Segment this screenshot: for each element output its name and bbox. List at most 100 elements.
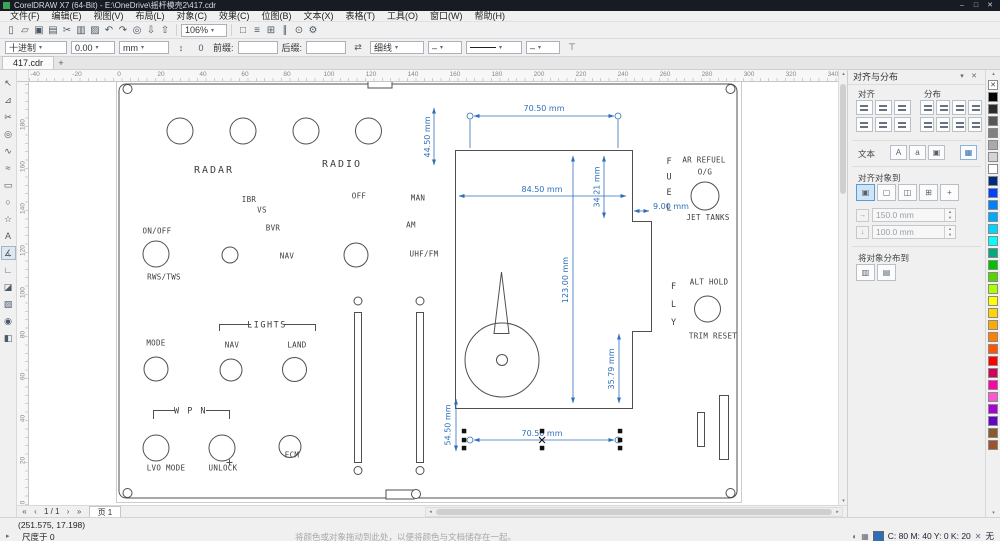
color-swatch[interactable] <box>988 320 998 330</box>
ruler-v[interactable]: 180 160 140 120 100 80 60 40 20 0 <box>17 82 29 505</box>
panel-label-fly[interactable]: L <box>671 300 676 310</box>
print-icon[interactable]: ▤ <box>46 23 60 37</box>
color-swatch[interactable] <box>988 116 998 126</box>
spin-down-icon[interactable]: ▾ <box>945 215 955 221</box>
knob-hole[interactable] <box>221 246 239 264</box>
document-palette-icon[interactable]: ▦ <box>861 532 869 541</box>
slot-hole[interactable] <box>415 466 425 475</box>
color-swatch[interactable] <box>988 236 998 246</box>
show-units-toggle[interactable]: ↕ <box>173 41 189 55</box>
knob-hole[interactable] <box>292 117 320 145</box>
slot[interactable] <box>719 395 729 460</box>
knob-hole[interactable] <box>142 240 170 268</box>
panel-label[interactable]: VS <box>257 206 267 215</box>
no-color-swatch[interactable]: ✕ <box>988 80 998 90</box>
shadow-tool[interactable]: ◪ <box>1 280 16 294</box>
open-icon[interactable]: ▱ <box>18 23 32 37</box>
menu-tools[interactable]: 工具(O) <box>381 11 424 22</box>
arrow-end-combo[interactable]: – <box>526 41 561 54</box>
gauge-circle[interactable] <box>464 322 540 398</box>
text-tool[interactable]: A <box>1 229 16 243</box>
panel-label[interactable]: TRIM RESET <box>689 332 737 341</box>
color-swatch[interactable] <box>988 164 998 174</box>
distribute-center-v-button[interactable] <box>936 117 950 132</box>
color-swatch[interactable] <box>988 212 998 222</box>
dimension-anchor[interactable] <box>466 436 474 444</box>
slot[interactable] <box>416 312 424 463</box>
slot-hole[interactable] <box>353 466 363 475</box>
color-swatch[interactable] <box>988 416 998 426</box>
document-tab-417[interactable]: 417.cdr <box>2 56 55 69</box>
undo-icon[interactable]: ↶ <box>102 23 116 37</box>
cut-icon[interactable]: ✂ <box>60 23 74 37</box>
suffix-input[interactable] <box>306 41 347 54</box>
color-swatch[interactable] <box>988 332 998 342</box>
color-settings-icon[interactable]: ◐ <box>852 532 857 541</box>
color-swatch[interactable] <box>988 152 998 162</box>
prev-page-button[interactable]: ‹ <box>30 507 41 516</box>
menu-bitmaps[interactable]: 位图(B) <box>256 11 298 22</box>
fullscreen-preview-icon[interactable]: □ <box>236 23 250 37</box>
menu-object[interactable]: 对象(C) <box>171 11 214 22</box>
panel-label-radar[interactable]: RADAR <box>194 165 234 176</box>
minimize-button[interactable]: – <box>955 0 969 11</box>
panel-label-wpn[interactable]: W P N <box>174 407 207 417</box>
panel-label[interactable]: MAN <box>411 194 425 203</box>
copy-icon[interactable]: ▥ <box>74 23 88 37</box>
panel-label-lights[interactable]: LIGHTS <box>247 321 287 331</box>
color-swatch[interactable] <box>988 128 998 138</box>
align-center-vertical-button[interactable] <box>875 117 892 132</box>
distribute-to-selection-button[interactable]: ▥ <box>856 264 875 281</box>
knob-hole[interactable] <box>355 117 382 145</box>
crop-tool[interactable]: ✂ <box>1 110 16 124</box>
polygon-tool[interactable]: ☆ <box>1 212 16 226</box>
panel-label[interactable]: MODE <box>146 339 165 348</box>
panel-label[interactable]: RWS/TWS <box>147 273 181 282</box>
maximize-button[interactable]: □ <box>969 0 983 11</box>
screw-hole[interactable] <box>725 488 736 498</box>
export-icon[interactable]: ⇧ <box>158 23 172 37</box>
menu-text[interactable]: 文本(X) <box>298 11 340 22</box>
text-options-button[interactable]: ▦ <box>960 145 977 160</box>
color-swatch[interactable] <box>988 284 998 294</box>
dim-step[interactable]: 9.00 mm <box>653 202 689 211</box>
distribute-top-button[interactable] <box>920 117 934 132</box>
color-swatch[interactable] <box>988 248 998 258</box>
color-swatch[interactable] <box>988 296 998 306</box>
save-icon[interactable]: ▣ <box>32 23 46 37</box>
color-swatch[interactable] <box>988 272 998 282</box>
ruler-origin-button[interactable] <box>17 70 29 82</box>
dim-bottom-height[interactable]: 54.50 mm <box>444 404 453 445</box>
shape-tool[interactable]: ⊿ <box>1 93 16 107</box>
dim-inner-height[interactable]: 123.00 mm <box>561 257 570 303</box>
knob-hole[interactable] <box>166 117 194 145</box>
vertical-scrollbar[interactable]: ▴ ▾ <box>838 70 847 505</box>
distribute-center-h-button[interactable] <box>936 100 950 115</box>
panel-label-fuel[interactable]: F <box>666 157 671 167</box>
align-right-button[interactable] <box>894 100 911 115</box>
panel-label[interactable]: OFF <box>352 192 367 201</box>
menu-help[interactable]: 帮助(H) <box>469 11 512 22</box>
next-page-button[interactable]: › <box>63 507 74 516</box>
selection-handles[interactable] <box>461 428 623 451</box>
dim-right-lower[interactable]: 35.79 mm <box>607 348 616 389</box>
ruler-h[interactable]: -40 -20 0 20 40 60 80 100 120 140 160 180 200 220 240 2… <box>29 70 838 82</box>
slot[interactable] <box>354 312 362 463</box>
menu-effects[interactable]: 效果(C) <box>213 11 256 22</box>
panel-label[interactable]: AR REFUEL <box>682 156 726 165</box>
menu-file[interactable]: 文件(F) <box>4 11 46 22</box>
distribute-spacing-h-button[interactable] <box>952 100 966 115</box>
align-to-active-objects-button[interactable]: ▣ <box>856 184 875 201</box>
slot-hole[interactable] <box>353 296 363 306</box>
horizontal-scrollbar[interactable]: ◂ ▸ <box>425 506 843 517</box>
panel-label[interactable]: IBR <box>242 195 257 204</box>
show-rulers-icon[interactable]: ≡ <box>250 23 264 37</box>
slot-hole[interactable] <box>415 296 425 306</box>
rectangle-tool[interactable]: ▭ <box>1 178 16 192</box>
knob-hole[interactable] <box>229 117 257 145</box>
zoom-tool[interactable]: ◎ <box>1 127 16 141</box>
new-tab-button[interactable]: + <box>54 57 68 69</box>
align-bottom-button[interactable] <box>894 117 911 132</box>
slot[interactable] <box>697 412 705 447</box>
freehand-tool[interactable]: ∿ <box>1 144 16 158</box>
